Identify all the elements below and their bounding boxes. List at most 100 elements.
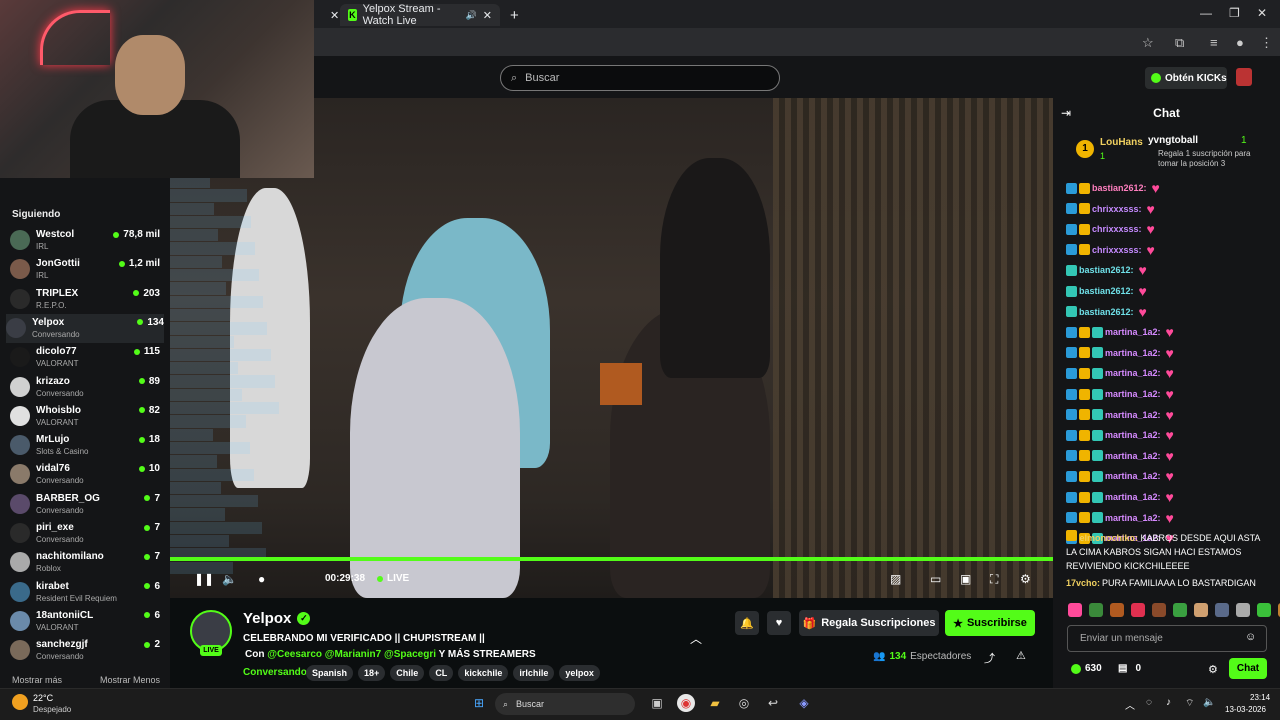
stream-tag[interactable]: Spanish <box>306 665 354 681</box>
weather-sun-icon[interactable] <box>12 694 28 710</box>
extensions-icon[interactable]: ⧉ <box>1175 35 1184 51</box>
show-less-link[interactable]: Mostrar Menos <box>100 675 160 685</box>
sidebar-channel-item[interactable]: nachitomilano Roblox 7 <box>10 548 160 577</box>
microphone-icon[interactable]: ♪ <box>1166 697 1171 708</box>
minimize-icon[interactable]: — <box>1200 6 1212 20</box>
theater-mode-icon[interactable]: ▭ <box>930 572 941 586</box>
sidebar-channel-item[interactable]: Whoisblo VALORANT 82 <box>10 402 160 431</box>
emote-icon[interactable] <box>1236 603 1250 617</box>
tray-app-icon[interactable]: ◌ <box>1146 697 1152 708</box>
tab-close-icon[interactable]: ✕ <box>483 9 492 22</box>
app-icon[interactable]: ◎ <box>735 694 753 712</box>
sidebar-channel-item[interactable]: MrLujo Slots & Casino 18 <box>10 431 160 460</box>
stream-tag[interactable]: 18+ <box>358 665 386 681</box>
tray-chevron-icon[interactable]: ︿ <box>1125 697 1135 712</box>
clock-date[interactable]: 13-03-2026 <box>1225 705 1266 714</box>
pause-icon[interactable]: ❚❚ <box>194 572 214 586</box>
profile-icon[interactable]: ● <box>1236 35 1244 50</box>
chat-username[interactable]: martina_1a2: <box>1105 327 1161 337</box>
emote-icon[interactable] <box>1257 603 1271 617</box>
browser-menu-icon[interactable]: ⋮ <box>1260 35 1273 51</box>
report-icon[interactable]: ⚠ <box>1016 649 1026 662</box>
live-indicator[interactable]: LIVE <box>377 573 409 584</box>
discord-icon[interactable]: ◈ <box>795 694 813 712</box>
sidebar-channel-item[interactable]: TRIPLEX R.E.P.O. 203 <box>10 285 160 314</box>
emote-icon[interactable] <box>1089 603 1103 617</box>
stream-tag[interactable]: irlchile <box>513 665 555 681</box>
fullscreen-icon[interactable]: ⛶ <box>990 572 998 587</box>
sidebar-channel-item[interactable]: piri_exe Conversando 7 <box>10 519 160 548</box>
window-close-icon[interactable]: ✕ <box>1257 6 1267 20</box>
chat-username[interactable]: bastian2612: <box>1079 265 1134 275</box>
pip-icon[interactable]: ▣ <box>960 572 971 586</box>
streamer-name[interactable]: Yelpox ✓ <box>243 610 311 627</box>
user-avatar[interactable] <box>1236 68 1252 86</box>
volume-slider[interactable]: ● <box>258 572 265 586</box>
notification-bell-icon[interactable]: 🔔 <box>735 611 759 635</box>
speaker-icon[interactable]: 🔈 <box>1203 697 1215 708</box>
follow-heart-icon[interactable]: ♥ <box>767 611 791 635</box>
chat-username[interactable]: martina_1a2: <box>1105 451 1161 461</box>
audio-icon[interactable]: 🔊 <box>466 10 477 21</box>
sidebar-channel-item[interactable]: vidal76 Conversando 10 <box>10 460 160 489</box>
clip-icon[interactable]: ▨ <box>890 572 901 586</box>
gift-subs-button[interactable]: 🎁 Regala Suscripciones <box>799 610 939 636</box>
chat-username[interactable]: elmonochiko: <box>1080 533 1139 543</box>
stream-tag[interactable]: yelpox <box>559 665 600 681</box>
stream-tag[interactable]: kickchile <box>458 665 509 681</box>
sidebar-channel-item[interactable]: dicolo77 VALORANT 115 <box>10 343 160 372</box>
sidebar-channel-item[interactable]: Yelpox Conversando 134 <box>6 313 164 343</box>
chat-settings-icon[interactable]: ⚙ <box>1208 663 1218 676</box>
stream-category-link[interactable]: Conversando <box>243 667 307 678</box>
emote-icon[interactable] <box>1110 603 1124 617</box>
clock-time[interactable]: 23:14 <box>1250 693 1270 702</box>
app-icon[interactable]: ↩ <box>764 694 782 712</box>
gift-user[interactable]: yvngtoball <box>1148 135 1198 146</box>
chat-username[interactable]: martina_1a2: <box>1105 410 1161 420</box>
chat-username[interactable]: chrixxxsss: <box>1092 245 1142 255</box>
sidebar-channel-item[interactable]: krizazo Conversando 89 <box>10 373 160 402</box>
chat-username[interactable]: martina_1a2: <box>1105 348 1161 358</box>
get-kicks-button[interactable]: Obtén KICKs <box>1145 67 1227 89</box>
chat-send-button[interactable]: Chat <box>1229 658 1267 679</box>
chat-username[interactable]: bastian2612: <box>1079 286 1134 296</box>
chat-username[interactable]: bastian2612: <box>1092 183 1147 193</box>
subscribe-button[interactable]: ★ Suscribirse <box>945 610 1035 636</box>
sidebar-channel-item[interactable]: JonGottii IRL 1,2 mil <box>10 255 160 284</box>
chrome-icon[interactable]: ◉ <box>677 694 695 712</box>
gift-balance[interactable]: ▤ 0 <box>1118 663 1141 674</box>
media-control-icon[interactable]: ≡ <box>1210 35 1218 50</box>
chat-username[interactable]: martina_1a2: <box>1105 430 1161 440</box>
bookmark-star-icon[interactable]: ☆ <box>1142 35 1154 51</box>
chat-username[interactable]: 17vcho: <box>1066 578 1100 588</box>
taskbar-search[interactable]: ⌕ Buscar <box>495 693 635 715</box>
sidebar-channel-item[interactable]: Westcol IRL 78,8 mil <box>10 226 160 255</box>
show-more-link[interactable]: Mostrar más <box>12 675 62 685</box>
sidebar-channel-item[interactable]: BARBER_OG Conversando 7 <box>10 490 160 519</box>
pinned-user[interactable]: LouHans <box>1100 137 1143 148</box>
emote-icon[interactable] <box>1152 603 1166 617</box>
stream-tag[interactable]: CL <box>429 665 454 681</box>
chat-username[interactable]: chrixxxsss: <box>1092 204 1142 214</box>
kicks-balance[interactable]: 630 <box>1071 663 1102 674</box>
browser-tab-active[interactable]: K Yelpox Stream - Watch Live 🔊 ✕ <box>340 3 500 27</box>
collapse-chevron-icon[interactable]: ︿ <box>690 630 702 647</box>
stream-tag[interactable]: Chile <box>390 665 425 681</box>
file-explorer-icon[interactable]: ▰ <box>706 694 724 712</box>
chat-username[interactable]: martina_1a2: <box>1105 513 1161 523</box>
share-icon[interactable]: ⤴ <box>984 650 995 666</box>
volume-icon[interactable]: 🔈 <box>222 572 237 586</box>
chat-username[interactable]: martina_1a2: <box>1105 368 1161 378</box>
chat-username[interactable]: martina_1a2: <box>1105 389 1161 399</box>
maximize-icon[interactable]: ❐ <box>1229 6 1240 20</box>
video-progress-fill[interactable] <box>170 557 1053 561</box>
task-view-icon[interactable]: ▣ <box>648 694 666 712</box>
sidebar-channel-item[interactable]: 18antoniiCL VALORANT 6 <box>10 607 160 636</box>
emote-icon[interactable] <box>1068 603 1082 617</box>
chat-message-input[interactable]: Enviar un mensaje <box>1067 625 1267 652</box>
collab-mentions[interactable]: @Ceesarco @Marianin7 @Spacegri <box>267 649 436 660</box>
chat-username[interactable]: chrixxxsss: <box>1092 224 1142 234</box>
chat-username[interactable]: martina_1a2: <box>1105 492 1161 502</box>
site-search-input[interactable]: ⌕ Buscar <box>500 65 780 91</box>
sidebar-channel-item[interactable]: kirabet Resident Evil Requiem 6 <box>10 578 160 607</box>
